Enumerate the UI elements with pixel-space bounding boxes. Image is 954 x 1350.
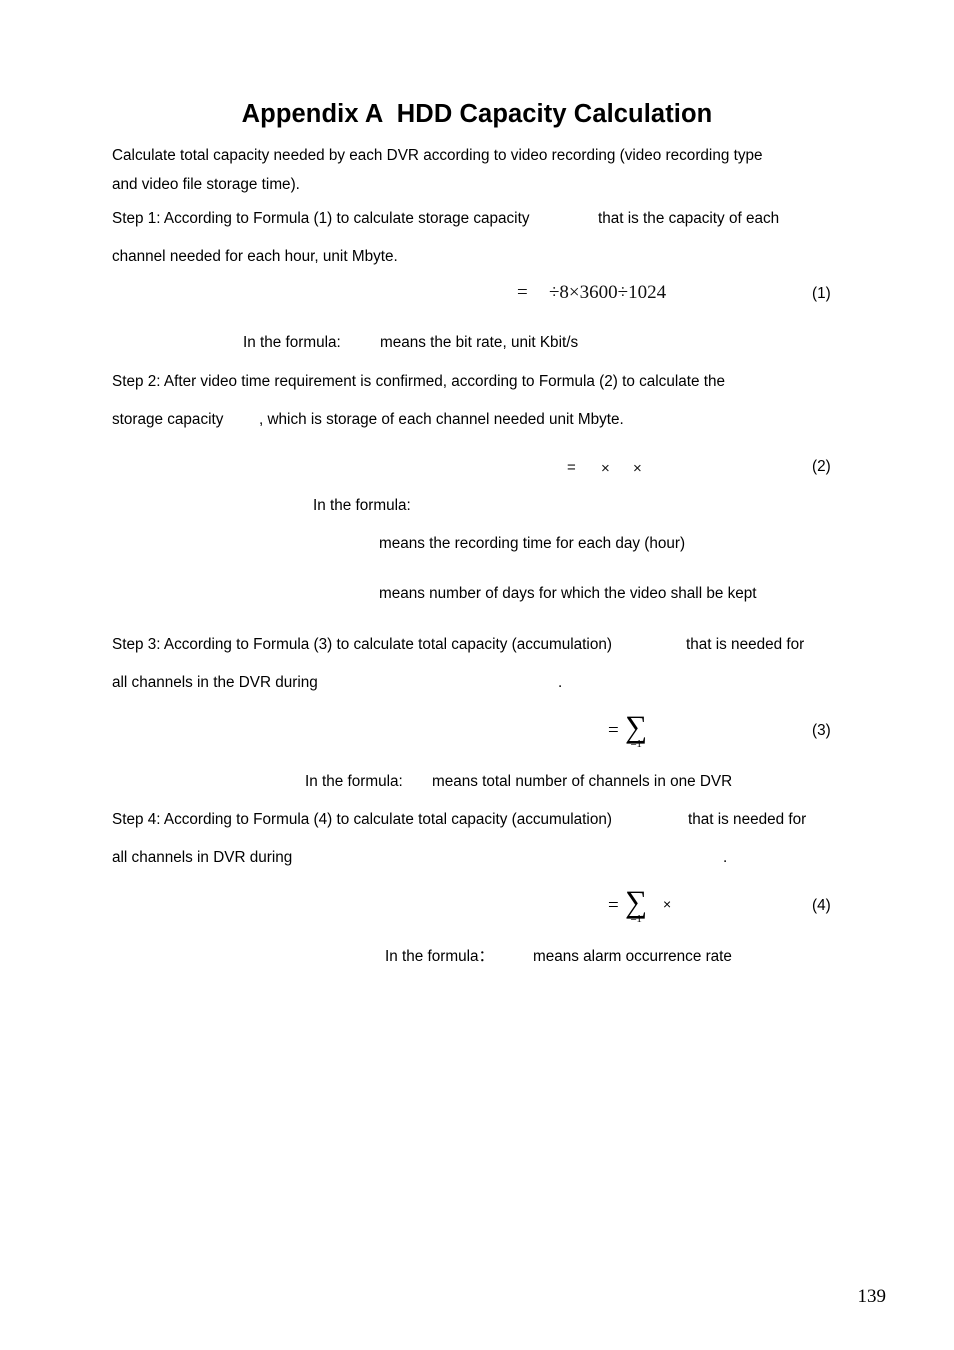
note-1-text: means the bit rate, unit Kbit/s [380, 334, 579, 351]
step-1-line-1-after: that is the capacity of each [598, 210, 780, 227]
note-1-label: In the formula: [243, 334, 341, 351]
note-3-text: means total number of channels in one DV… [432, 773, 733, 790]
step-3-line-1-before: Step 3: According to Formula (3) to calc… [112, 636, 612, 653]
formula-3-summation: ∑ =1 [625, 709, 648, 750]
formula-1-equals: = [517, 282, 528, 303]
formula-2-row: = × × (2) [112, 456, 842, 496]
formula-1-row: = ÷8×3600÷1024 (1) [112, 280, 842, 320]
formula-3-row: = ∑ =1 (3) [112, 709, 842, 752]
note-2b-text: means number of days for which the video… [379, 585, 757, 602]
step-2-line-2-after: , which is storage of each channel neede… [259, 411, 624, 428]
note-2a-text: means the recording time for each day (h… [379, 535, 686, 552]
formula-4-equals: = [608, 895, 619, 916]
formula-4-summation: ∑ =1 [625, 884, 648, 925]
formula-1-expression: ÷8×3600÷1024 [549, 282, 667, 303]
step-4-line-2-after: . [723, 849, 728, 866]
formula-2-operator-1: × [601, 460, 610, 477]
step-1-line-1-before: Step 1: According to Formula (1) to calc… [112, 210, 530, 227]
step-4-line-1-before: Step 4: According to Formula (4) to calc… [112, 811, 612, 828]
formula-1-number: (1) [812, 285, 831, 302]
formula-2-number: (2) [812, 458, 831, 475]
step-4-line-2-before: all channels in DVR during [112, 849, 293, 866]
page-number: 139 [857, 1286, 887, 1307]
formula-4-operator-1: × [663, 896, 672, 912]
step-4-line-1-after: that is needed for [688, 811, 807, 828]
step-3-line-2-before: all channels in the DVR during [112, 674, 318, 691]
document-page: Appendix A HDD Capacity Calculation Calc… [0, 0, 954, 1350]
step-3-line-2-after: . [558, 674, 563, 691]
formula-2-equals: = [567, 459, 576, 476]
note-4-text: means alarm occurrence rate [533, 948, 732, 965]
summation-icon: ∑ [625, 884, 648, 919]
note-4-label: In the formula： [385, 948, 494, 965]
formula-2-operator-2: × [633, 460, 642, 477]
step-2-line-1: Step 2: After video time requirement is … [112, 373, 726, 390]
intro-line-1: Calculate total capacity needed by each … [112, 147, 763, 164]
page-title: Appendix A HDD Capacity Calculation [241, 100, 713, 128]
formula-3-number: (3) [812, 722, 831, 739]
note-2-label: In the formula: [313, 497, 411, 514]
note-3-label: In the formula: [305, 773, 403, 790]
formula-4-row: = ∑ =1 × (4) [112, 884, 842, 927]
step-1-line-2: channel needed for each hour, unit Mbyte… [112, 248, 398, 265]
summation-icon: ∑ [625, 709, 648, 744]
formula-4-number: (4) [812, 897, 831, 914]
step-2-line-2-before: storage capacity [112, 411, 224, 428]
formula-3-equals: = [608, 720, 619, 741]
step-3-line-1-after: that is needed for [686, 636, 805, 653]
intro-line-2: and video file storage time). [112, 176, 300, 193]
